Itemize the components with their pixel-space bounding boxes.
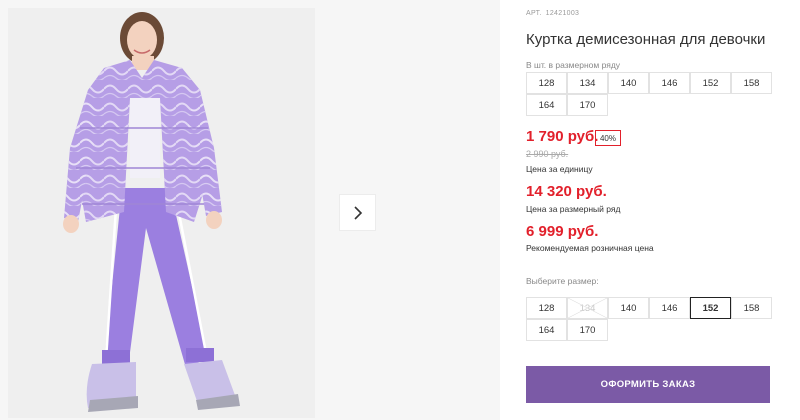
size-option-140[interactable]: 140 bbox=[608, 297, 649, 319]
place-order-button[interactable]: ОФОРМИТЬ ЗАКАЗ bbox=[526, 366, 770, 403]
article-value: 12421003 bbox=[545, 10, 580, 17]
size-row-label: В шт. в размерном ряду bbox=[526, 60, 621, 70]
retail-price-label: Рекомендуемая розничная цена bbox=[526, 243, 654, 253]
chevron-right-icon bbox=[353, 205, 362, 220]
row-size-cell: 140 bbox=[608, 72, 649, 94]
row-size-cell: 158 bbox=[731, 72, 772, 94]
size-option-146[interactable]: 146 bbox=[649, 297, 690, 319]
article-number: АРТ. 12421003 bbox=[526, 10, 583, 17]
retail-price: 6 999 руб. bbox=[526, 223, 599, 240]
row-size-cell: 128 bbox=[526, 72, 567, 94]
next-image-button[interactable] bbox=[339, 194, 376, 231]
row-price-label: Цена за размерный ряд bbox=[526, 204, 621, 214]
size-option-170[interactable]: 170 bbox=[567, 319, 608, 341]
row-size-cell: 170 bbox=[567, 94, 608, 116]
product-title: Куртка демисезонная для девочки bbox=[526, 31, 766, 48]
size-picker-label: Выберите размер: bbox=[526, 276, 599, 286]
girl-in-purple-jacket-image bbox=[8, 8, 315, 418]
article-label: АРТ. bbox=[526, 10, 542, 17]
size-option-158[interactable]: 158 bbox=[731, 297, 772, 319]
row-size-cell: 164 bbox=[526, 94, 567, 116]
discount-badge: 40% bbox=[595, 130, 621, 146]
row-size-cell: 146 bbox=[649, 72, 690, 94]
size-option-128[interactable]: 128 bbox=[526, 297, 567, 319]
unit-price: 1 790 руб. bbox=[526, 128, 599, 145]
old-price: 2 990 руб. bbox=[526, 149, 569, 159]
row-price: 14 320 руб. bbox=[526, 183, 607, 200]
product-photo[interactable] bbox=[8, 8, 315, 418]
product-gallery bbox=[0, 0, 500, 420]
size-option-134-unavailable: 134 bbox=[567, 297, 608, 319]
unit-price-label: Цена за единицу bbox=[526, 164, 593, 174]
size-option-152-selected[interactable]: 152 bbox=[690, 297, 731, 319]
size-option-164[interactable]: 164 bbox=[526, 319, 567, 341]
row-size-cell: 134 bbox=[567, 72, 608, 94]
row-size-cell: 152 bbox=[690, 72, 731, 94]
